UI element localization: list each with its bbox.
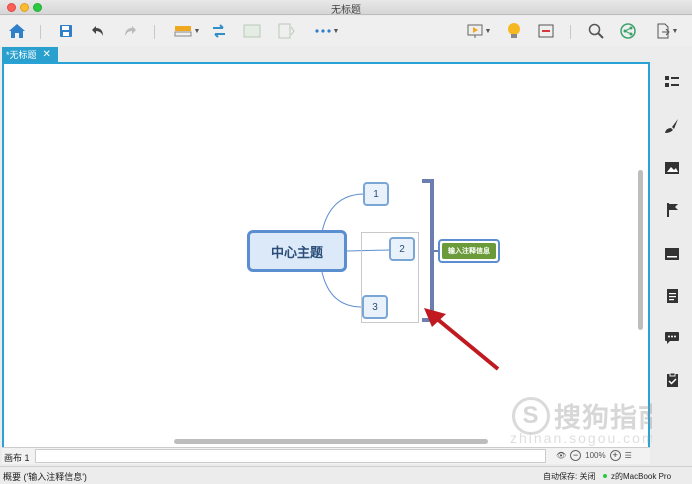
central-topic[interactable]: 中心主题 xyxy=(247,230,347,272)
connector-line xyxy=(321,193,364,233)
watermark-url: zhinan.sogou.com xyxy=(510,430,656,446)
zoom-controls: 👁 − 100% + ☰ xyxy=(556,450,632,461)
right-panel xyxy=(652,62,692,464)
device-name: z的MacBook Pro xyxy=(611,472,672,481)
comment-icon[interactable] xyxy=(662,328,682,348)
subtopic-3[interactable]: 3 xyxy=(362,295,388,319)
autosave-status[interactable]: 自动保存: 关闭 xyxy=(543,471,595,482)
sheet-bar: 画布 1 👁 − 100% + ☰ xyxy=(2,447,650,464)
sheet-tab-label[interactable]: 画布 1 xyxy=(4,451,30,464)
zoom-level[interactable]: 100% xyxy=(585,451,605,460)
subtopic-label: 2 xyxy=(399,243,405,255)
zoom-in-button[interactable]: + xyxy=(609,450,621,461)
status-selection-text: 概要 ('输入注释信息') xyxy=(3,472,87,482)
horizontal-scrollbar[interactable] xyxy=(174,439,488,444)
summary-topic-label: 输入注释信息 xyxy=(442,243,496,259)
sheet-tab-strip[interactable] xyxy=(35,449,546,463)
task-icon[interactable] xyxy=(662,370,682,390)
pointer-arrow-shaft xyxy=(434,316,500,371)
text-icon[interactable] xyxy=(662,244,682,264)
online-status-dot xyxy=(603,474,607,478)
central-topic-label: 中心主题 xyxy=(270,244,323,260)
format-list-icon[interactable] xyxy=(662,72,682,92)
summary-topic[interactable]: 输入注释信息 xyxy=(438,239,500,263)
subtopic-2[interactable]: 2 xyxy=(389,237,415,261)
status-bar: 概要 ('输入注释信息') 自动保存: 关闭 z的MacBook Pro xyxy=(0,466,692,484)
connector-line xyxy=(321,271,363,308)
eye-icon[interactable]: 👁 xyxy=(556,451,566,460)
image-icon[interactable] xyxy=(662,158,682,178)
summary-bracket xyxy=(422,179,434,322)
zoom-out-button[interactable]: − xyxy=(570,450,582,461)
watermark-logo-icon: S xyxy=(512,396,550,435)
brush-icon[interactable] xyxy=(662,116,682,136)
fit-icon[interactable]: ☰ xyxy=(625,451,632,460)
flag-icon[interactable] xyxy=(662,200,682,220)
app-window: 无标题 ▼ ▼ ▼ ▼ *无标题 ✕ 中心主题 1 2 3 输入注释信息 S 搜… xyxy=(0,0,692,484)
subtopic-1[interactable]: 1 xyxy=(363,182,389,206)
note-icon[interactable] xyxy=(662,286,682,306)
subtopic-label: 3 xyxy=(372,301,378,313)
subtopic-label: 1 xyxy=(373,188,379,200)
vertical-scrollbar[interactable] xyxy=(638,170,643,330)
